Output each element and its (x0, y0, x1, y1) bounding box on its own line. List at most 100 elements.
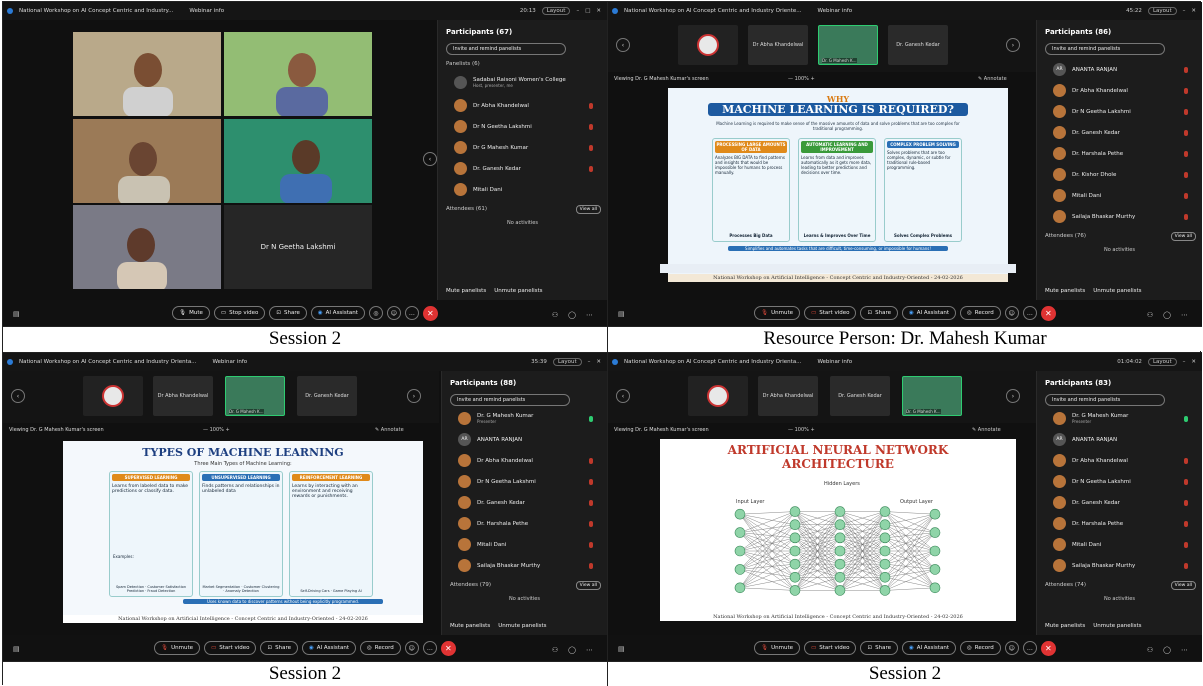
participant-host[interactable]: Sadabai Raisoni Women's College Host, pre… (438, 69, 607, 95)
webinar-info-link[interactable]: Webinar info (212, 359, 247, 365)
webinar-info-link[interactable]: Webinar info (817, 359, 852, 365)
strip-next-icon[interactable]: › (1006, 38, 1020, 52)
participants-icon[interactable]: ⚇ (552, 646, 558, 654)
captions-icon[interactable]: ▤ (618, 645, 625, 653)
more-icon[interactable]: … (1022, 641, 1037, 655)
end-call-icon[interactable]: ✕ (1040, 305, 1056, 321)
participant-row[interactable]: Mitali Dani (442, 534, 607, 555)
strip-prev-icon[interactable]: ‹ (616, 38, 630, 52)
unmute-panelists-button[interactable]: Unmute panelists (1093, 288, 1141, 294)
unmute-button[interactable]: 🎙 Unmute (754, 641, 801, 655)
more-icon[interactable]: … (1022, 306, 1037, 320)
chat-icon[interactable]: ◯ (1163, 646, 1171, 654)
ai-assistant-button[interactable]: ◉ AI Assistant (901, 306, 956, 320)
record-button[interactable]: ◎ Record (959, 306, 1001, 320)
participant-row[interactable]: Dr. Kishor Dhole (1037, 164, 1202, 185)
participant-row[interactable]: Dr Abha Khandelwal (438, 95, 607, 116)
participant-row[interactable]: AR ANANTA RANJAN (1037, 59, 1202, 80)
participants-icon[interactable]: ⚇ (1147, 646, 1153, 654)
annotate-button[interactable]: ✎ Annotate (375, 427, 404, 433)
participants-icon[interactable]: ⚇ (1147, 311, 1153, 319)
end-call-icon[interactable]: ✕ (1040, 640, 1056, 656)
close-icon[interactable]: ✕ (596, 359, 601, 365)
invite-button[interactable]: Invite and remind panelists (1045, 43, 1165, 55)
start-video-button[interactable]: ▭ Start video (804, 306, 857, 320)
strip-next-icon[interactable]: › (1006, 389, 1020, 403)
panelists-header[interactable]: Panelists (6) (438, 55, 607, 69)
share-button[interactable]: ⊡ Share (860, 641, 898, 655)
participant-row[interactable]: Dr. Ganesh Kedar (1037, 492, 1202, 513)
share-button[interactable]: ⊡ Share (269, 306, 307, 320)
more-options-icon[interactable]: ⋯ (586, 311, 593, 319)
more-icon[interactable]: … (404, 306, 419, 320)
participant-row[interactable]: Dr. Harshala Pethe (1037, 143, 1202, 164)
share-button[interactable]: ⊡ Share (260, 641, 298, 655)
unmute-panelists-button[interactable]: Unmute panelists (494, 288, 542, 294)
view-all-button[interactable]: View all (575, 204, 601, 214)
record-button[interactable]: ◎ Record (359, 641, 401, 655)
participant-presenter[interactable]: Dr. G Mahesh Kumar Presenter (1037, 408, 1202, 429)
annotate-button[interactable]: ✎ Annotate (972, 427, 1001, 433)
participant-row[interactable]: Dr Abha Khandelwal (442, 450, 607, 471)
unmute-button[interactable]: 🎙 Unmute (154, 641, 201, 655)
mute-panelists-button[interactable]: Mute panelists (450, 623, 490, 629)
end-call-icon[interactable]: ✕ (440, 640, 456, 656)
participant-row[interactable]: Dr N Geetha Lakshmi (1037, 471, 1202, 492)
layout-button[interactable]: Layout (541, 7, 571, 15)
strip-next-icon[interactable]: › (407, 389, 421, 403)
close-icon[interactable]: ✕ (596, 8, 601, 14)
stop-video-button[interactable]: ▭ Stop video (213, 306, 266, 320)
participant-row[interactable]: Dr. Ganesh Kedar (442, 492, 607, 513)
minimize-icon[interactable]: – (1183, 359, 1186, 365)
participant-row[interactable]: Sailaja Bhaskar Murthy (1037, 555, 1202, 576)
minimize-icon[interactable]: – (588, 359, 591, 365)
participant-row[interactable]: Mitali Dani (1037, 185, 1202, 206)
reactions-icon[interactable]: ☺ (386, 306, 401, 320)
participant-row[interactable]: AR ANANTA RANJAN (1037, 429, 1202, 450)
mute-button[interactable]: 🎙 Mute (172, 306, 210, 320)
unmute-panelists-button[interactable]: Unmute panelists (1093, 623, 1141, 629)
view-all-button[interactable]: View all (1170, 231, 1196, 241)
ai-assistant-button[interactable]: ◉ AI Assistant (310, 306, 365, 320)
reactions-icon[interactable]: ☺ (404, 641, 419, 655)
mute-panelists-button[interactable]: Mute panelists (446, 288, 486, 294)
participant-row[interactable]: AR ANANTA RANJAN (442, 429, 607, 450)
participant-row[interactable]: Dr N Geetha Lakshmi (1037, 101, 1202, 122)
webinar-info-link[interactable]: Webinar info (189, 8, 224, 14)
mute-panelists-button[interactable]: Mute panelists (1045, 623, 1085, 629)
participant-row[interactable]: Mitali Dani (438, 179, 607, 200)
participant-row[interactable]: Dr. Ganesh Kedar (438, 158, 607, 179)
record-icon[interactable]: ◎ (368, 306, 383, 320)
end-call-icon[interactable]: ✕ (422, 305, 438, 321)
webinar-info-link[interactable]: Webinar info (817, 8, 852, 14)
invite-button[interactable]: Invite and remind panelists (450, 394, 570, 406)
minimize-icon[interactable]: – (576, 8, 579, 14)
more-icon[interactable]: … (422, 641, 437, 655)
participant-row[interactable]: Dr. Harshala Pethe (442, 513, 607, 534)
captions-icon[interactable]: ▤ (618, 310, 625, 318)
reactions-icon[interactable]: ☺ (1004, 641, 1019, 655)
start-video-button[interactable]: ▭ Start video (804, 641, 857, 655)
unmute-panelists-button[interactable]: Unmute panelists (498, 623, 546, 629)
layout-button[interactable]: Layout (1147, 358, 1177, 366)
close-icon[interactable]: ✕ (1191, 359, 1196, 365)
participant-row[interactable]: Dr Abha Khandelwal (1037, 450, 1202, 471)
participant-presenter[interactable]: Dr. G Mahesh Kumar Presenter (442, 408, 607, 429)
ai-assistant-button[interactable]: ◉ AI Assistant (901, 641, 956, 655)
participant-row[interactable]: Dr N Geetha Lakshmi (442, 471, 607, 492)
attendees-header[interactable]: Attendees (61) View all (438, 200, 607, 214)
zoom-level[interactable]: — 100% + (788, 427, 815, 433)
chat-icon[interactable]: ◯ (568, 646, 576, 654)
more-options-icon[interactable]: ⋯ (586, 646, 593, 654)
invite-button[interactable]: Invite and remind panelists (1045, 394, 1165, 406)
chat-icon[interactable]: ◯ (568, 311, 576, 319)
annotate-button[interactable]: ✎ Annotate (978, 76, 1007, 82)
participant-row[interactable]: Sailaja Bhaskar Murthy (1037, 206, 1202, 227)
more-options-icon[interactable]: ⋯ (1181, 311, 1188, 319)
participant-row[interactable]: Dr. Ganesh Kedar (1037, 122, 1202, 143)
participant-row[interactable]: Dr G Mahesh Kumar (438, 137, 607, 158)
collapse-panel-icon[interactable]: ‹ (423, 152, 437, 166)
captions-icon[interactable]: ▤ (13, 310, 20, 318)
close-icon[interactable]: ✕ (1191, 8, 1196, 14)
mute-panelists-button[interactable]: Mute panelists (1045, 288, 1085, 294)
